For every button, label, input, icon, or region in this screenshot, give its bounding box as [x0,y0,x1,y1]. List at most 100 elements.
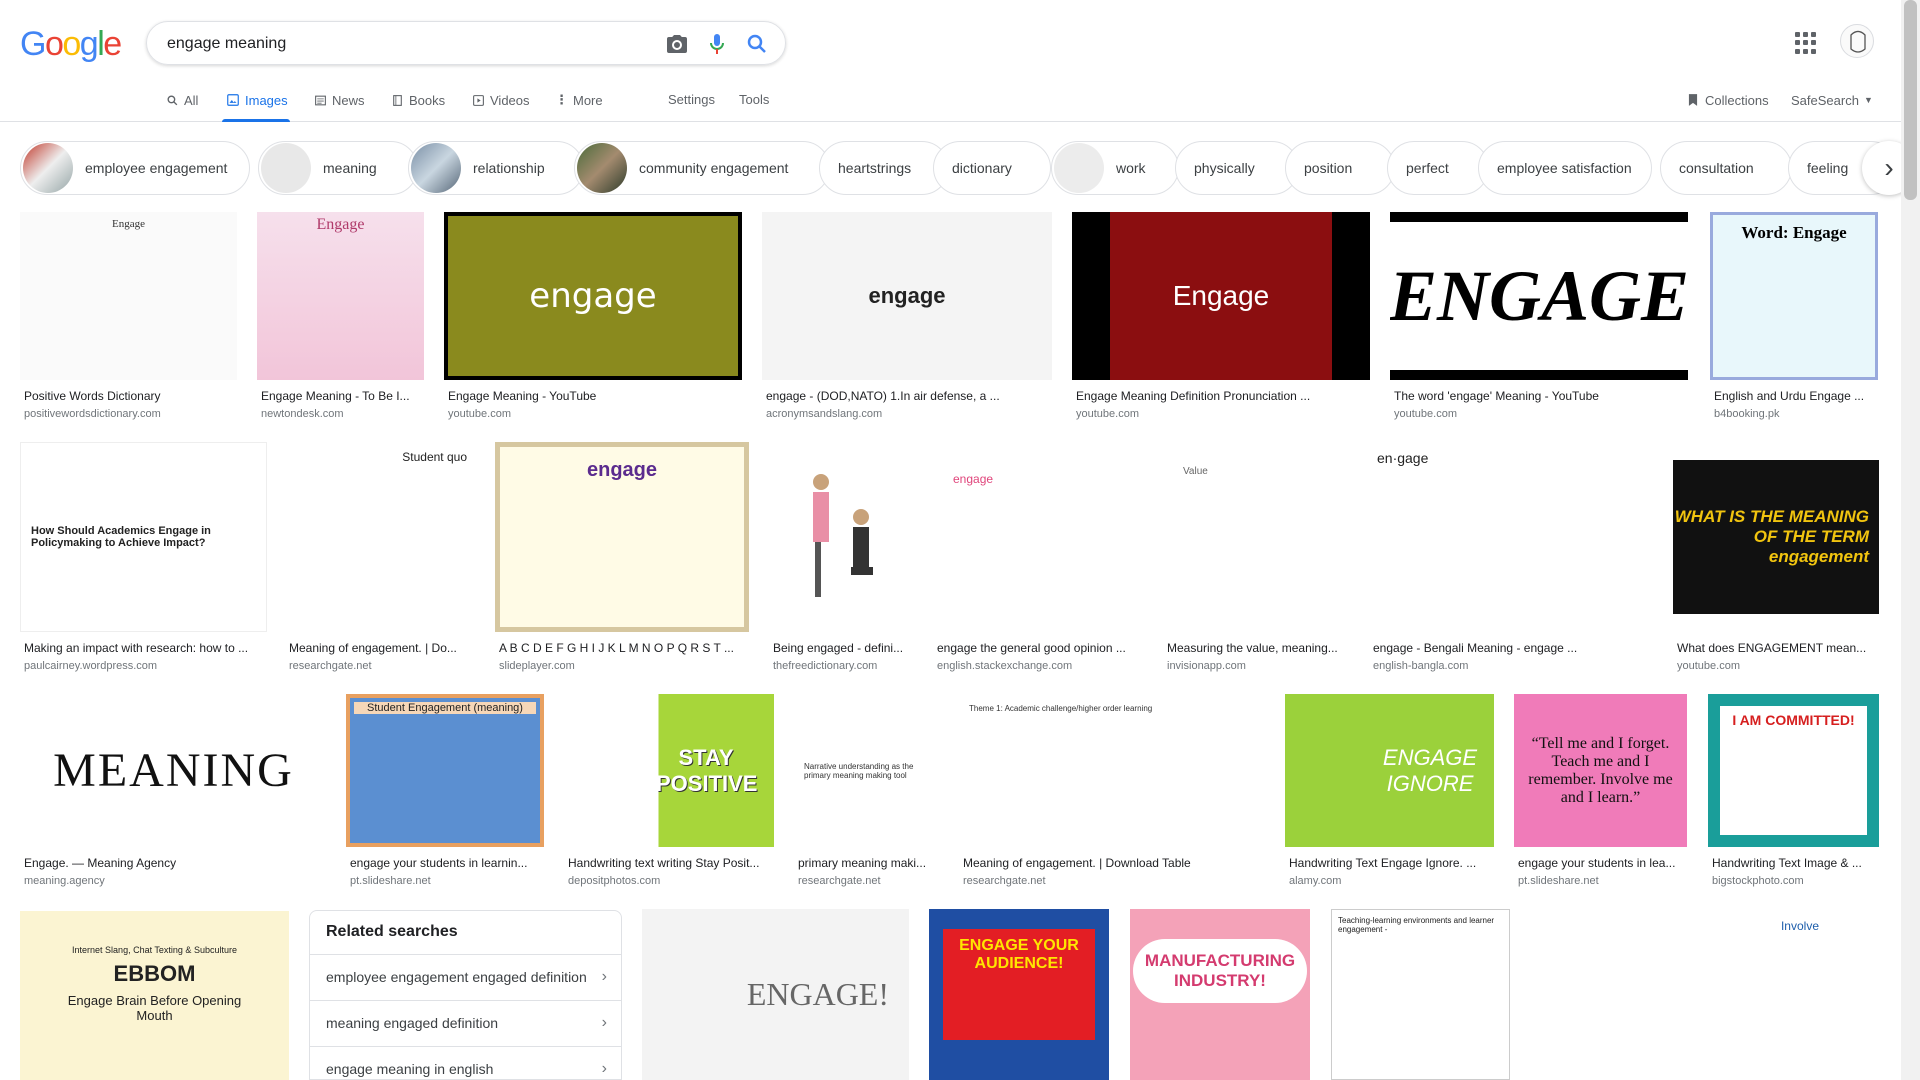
result-tile[interactable]: Teaching-learning environments and learn… [1331,909,1511,1080]
result-title[interactable]: Measuring the value, meaning... [1167,641,1349,655]
microphone-icon[interactable] [705,32,729,56]
result-image[interactable]: engage [762,212,1052,380]
related-search-item[interactable]: employee engagement engaged definition › [310,955,621,1001]
result-title[interactable]: The word 'engage' Meaning - YouTube [1394,389,1684,403]
result-tile[interactable]: ENGAGE! [642,909,910,1080]
chip-work[interactable]: work [1051,141,1179,195]
result-tile[interactable]: ENGAGE IGNORE Handwriting Text Engage Ig… [1285,694,1495,890]
camera-icon[interactable] [665,32,689,56]
result-title[interactable]: English and Urdu Engage ... [1714,389,1879,403]
result-tile[interactable]: Theme 1: Academic challenge/higher order… [959,694,1267,890]
result-image[interactable]: ENGAGE! [642,909,909,1080]
chip-meaning[interactable]: meaning [258,141,418,195]
chip-employee-engagement[interactable]: employee engagement [20,141,250,195]
result-title[interactable]: Engage Meaning Definition Pronunciation … [1076,389,1366,403]
safesearch-button[interactable]: SafeSearch ▼ [1791,90,1873,110]
page-scrollbar[interactable] [1901,0,1920,1080]
tab-videos[interactable]: Videos [472,90,530,110]
result-image[interactable]: “Tell me and I forget. Teach me and I re… [1514,694,1687,847]
result-title[interactable]: primary meaning maki... [798,856,938,870]
result-image[interactable]: Value [1163,442,1349,632]
google-logo[interactable]: Google [20,25,122,64]
tab-all[interactable]: All [166,90,198,110]
result-title[interactable]: Meaning of engagement. | Do... [289,641,474,655]
result-title[interactable]: engage the general good opinion ... [937,641,1142,655]
search-box[interactable]: engage meaning [146,21,786,65]
result-image[interactable]: engage [495,442,749,632]
result-tile[interactable]: Engage Positive Words Dictionary positiv… [20,212,240,422]
result-image[interactable]: MANUFACTURING INDUSTRY! [1130,909,1310,1080]
chip-community-engagement[interactable]: community engagement [574,141,830,195]
result-image[interactable]: Teaching-learning environments and learn… [1331,909,1510,1080]
result-title[interactable]: Handwriting text writing Stay Posit... [568,856,773,870]
result-tile[interactable]: “Tell me and I forget. Teach me and I re… [1514,694,1688,890]
result-image[interactable]: Engage [20,212,237,380]
tab-more[interactable]: ⋮ More [555,90,603,110]
result-image[interactable]: Student Engagement (meaning) [346,694,544,847]
result-image[interactable]: engage [444,212,742,380]
result-tile[interactable]: Narrative understanding as the primary m… [794,694,940,890]
result-tile[interactable]: engage engage - (DOD,NATO) 1.In air defe… [762,212,1054,422]
result-title[interactable]: engage - (DOD,NATO) 1.In air defense, a … [766,389,1051,403]
result-image[interactable]: Word: Engage [1710,212,1878,380]
chip-perfect[interactable]: perfect [1387,141,1489,195]
result-tile[interactable]: Value Measuring the value, meaning... in… [1163,442,1351,674]
chip-employee-satisfaction[interactable]: employee satisfaction [1478,141,1652,195]
result-title[interactable]: What does ENGAGEMENT mean... [1677,641,1879,655]
result-image[interactable]: Theme 1: Academic challenge/higher order… [959,694,1266,847]
result-title[interactable]: Meaning of engagement. | Download Table [963,856,1263,870]
result-title[interactable]: Making an impact with research: how to .… [24,641,269,655]
result-title[interactable]: Engage Meaning - YouTube [448,389,738,403]
related-search-item[interactable]: engage meaning in english › [310,1047,621,1079]
result-tile[interactable]: engage engage the general good opinion .… [933,442,1143,674]
result-tile[interactable]: en·gage engage - Bengali Meaning - engag… [1369,442,1655,674]
related-search-item[interactable]: meaning engaged definition › [310,1001,621,1047]
result-title[interactable]: Being engaged - defini... [773,641,913,655]
tab-books[interactable]: Books [391,90,445,110]
result-tile[interactable]: Internet Slang, Chat Texting & Subcultur… [20,911,290,1080]
result-tile[interactable]: Student Engagement (meaning) engage your… [346,694,546,890]
chip-relationship[interactable]: relationship [408,141,584,195]
chip-dictionary[interactable]: dictionary [933,141,1051,195]
result-tile[interactable]: Involve [1622,909,1880,1080]
result-image[interactable]: Student quo [285,442,475,632]
tab-news[interactable]: News [314,90,365,110]
result-tile[interactable]: MEANING Engage. — Meaning Agency meaning… [20,694,330,890]
result-tile[interactable]: Engage Engage Meaning Definition Pronunc… [1072,212,1372,422]
result-tile[interactable]: engage A B C D E F G H I J K L M N O P Q… [495,442,750,674]
collections-button[interactable]: Collections [1686,90,1769,110]
search-icon[interactable] [745,32,769,56]
result-title[interactable]: Positive Words Dictionary [24,389,239,403]
chip-consultation[interactable]: consultation [1660,141,1792,195]
result-tile[interactable]: Engage Engage Meaning - To Be I... newto… [257,212,427,422]
result-image[interactable]: ENGAGE [1390,212,1688,380]
result-image[interactable]: Engage [1072,212,1370,380]
result-tile[interactable]: Word: Engage English and Urdu Engage ...… [1710,212,1880,422]
result-title[interactable]: Handwriting Text Image & ... [1712,856,1880,870]
result-tile[interactable]: I AM COMMITTED! Handwriting Text Image &… [1708,694,1880,890]
result-title[interactable]: Engage. — Meaning Agency [24,856,324,870]
result-image[interactable]: MEANING [20,694,327,847]
result-title[interactable]: Handwriting Text Engage Ignore. ... [1289,856,1494,870]
result-image[interactable]: WHAT IS THE MEANING OF THE TERM engageme… [1673,442,1879,632]
result-tile[interactable]: How Should Academics Engage in Policymak… [20,442,270,674]
apps-grid-icon[interactable] [1795,32,1817,54]
chip-heartstrings[interactable]: heartstrings [819,141,949,195]
result-image[interactable]: How Should Academics Engage in Policymak… [20,442,267,632]
result-image[interactable]: en·gage [1369,442,1654,632]
result-tile[interactable]: Being engaged - defini... thefreediction… [769,442,914,674]
result-image[interactable]: ENGAGE IGNORE [1285,694,1494,847]
result-title[interactable]: engage your students in learnin... [350,856,545,870]
search-input[interactable]: engage meaning [167,35,286,53]
result-tile[interactable]: Student quo Meaning of engagement. | Do.… [285,442,477,674]
result-image[interactable]: Involve [1622,909,1879,1080]
result-title[interactable]: Engage Meaning - To Be I... [261,389,421,403]
result-title[interactable]: engage your students in lea... [1518,856,1688,870]
result-image[interactable]: Narrative understanding as the primary m… [794,694,939,847]
result-tile[interactable]: ENGAGE The word 'engage' Meaning - YouTu… [1390,212,1690,422]
avatar[interactable] [1840,24,1874,58]
result-image[interactable]: ENGAGE YOUR AUDIENCE! [929,909,1109,1080]
result-image[interactable]: STAY POSITIVE [564,694,774,847]
result-tile[interactable]: engage Engage Meaning - YouTube youtube.… [444,212,744,422]
settings-link[interactable]: Settings [668,92,715,107]
